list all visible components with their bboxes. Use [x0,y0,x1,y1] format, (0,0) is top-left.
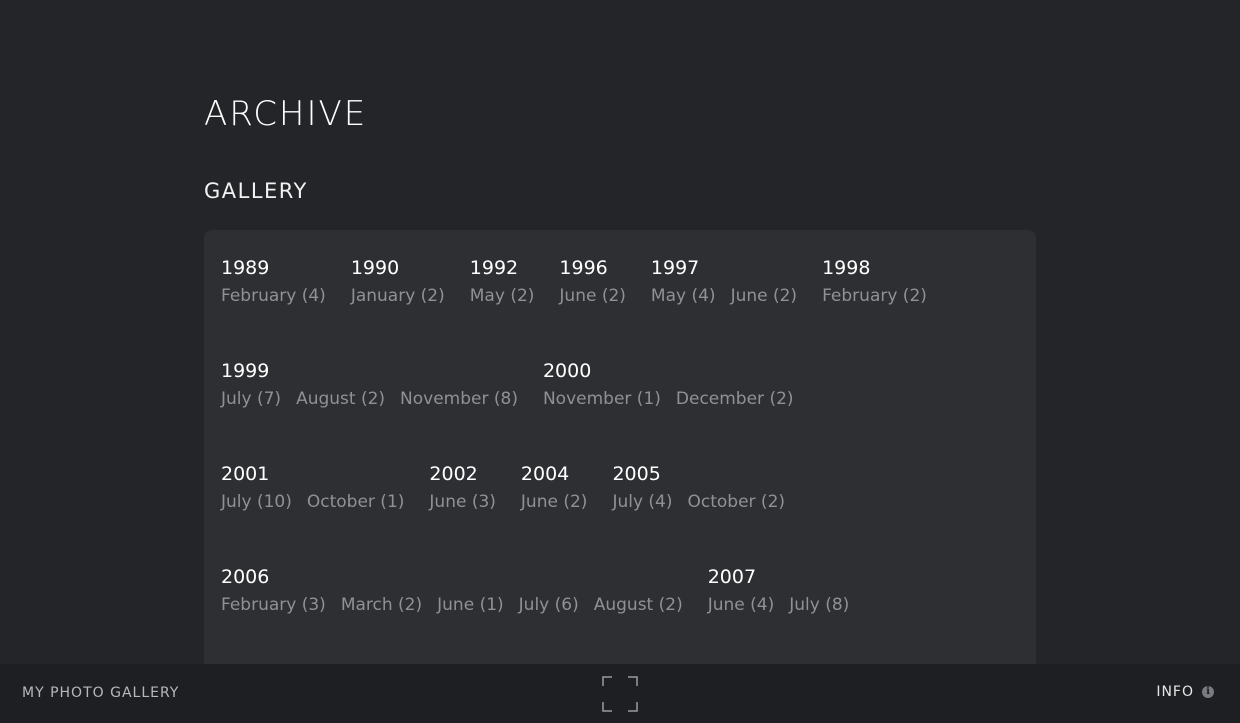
month-link[interactable]: May (4) [651,286,716,306]
year-group: 1996 June (2) [559,255,626,358]
year-row: 1999 July (7) August (2) November (8) 2000 No… [204,358,1036,461]
footer-bar: MY PHOTO GALLERY INFO i [0,664,1240,723]
year-group: 2005 July (4) October (2) [612,461,785,564]
section-title-gallery: GALLERY [204,179,308,203]
month-link[interactable]: February (2) [822,286,927,306]
year-group: 2001 July (10) October (1) [221,461,404,564]
year-group: 2004 June (2) [521,461,588,564]
month-link[interactable]: June (2) [731,286,798,306]
info-button[interactable]: INFO i [1156,684,1214,700]
year-group: 1990 January (2) [351,255,445,358]
year-group: 2000 November (1) December (2) [543,358,794,461]
month-list: November (1) December (2) [543,389,794,409]
year-group: 1997 May (4) June (2) [651,255,797,358]
month-link[interactable]: December (2) [676,389,794,409]
year-label: 1989 [221,257,270,279]
page-title: ARCHIVE [204,94,368,134]
month-link[interactable]: October (2) [688,492,786,512]
month-link[interactable]: July (10) [221,492,292,512]
month-list: June (4) July (8) [708,595,850,615]
month-link[interactable]: July (7) [221,389,281,409]
year-label: 1999 [221,360,270,382]
year-label: 2004 [520,463,570,485]
month-link[interactable]: January (2) [351,286,445,306]
month-list: February (2) [822,286,927,306]
month-list: July (10) October (1) [221,492,404,512]
year-group: 1989 February (4) [221,255,326,358]
month-link[interactable]: July (4) [612,492,672,512]
month-link[interactable]: July (8) [789,595,849,615]
year-label: 1990 [350,257,400,279]
month-link[interactable]: June (2) [521,492,588,512]
month-list: June (2) [559,286,626,306]
year-label: 1997 [650,257,700,279]
month-link[interactable]: August (2) [594,595,683,615]
year-group: 1998 February (2) [822,255,927,358]
year-group: 1992 May (2) [470,255,535,358]
year-group: 2002 June (3) [429,461,496,564]
year-group: 2007 June (4) July (8) [708,564,850,667]
month-list: May (2) [470,286,535,306]
year-group: 2006 February (3) March (2) June (1) July (6… [221,564,683,667]
year-label: 2002 [429,463,478,485]
month-link[interactable]: June (2) [559,286,626,306]
year-label: 1998 [822,257,871,279]
month-list: February (3) March (2) June (1) July (6) Aug… [221,595,683,615]
year-row: 2001 July (10) October (1) 2002 June (3) 2004… [204,461,1036,564]
month-link[interactable]: July (6) [519,595,579,615]
archive-panel: 1989 February (4) 1990 January (2) 1992 May (… [204,230,1036,700]
month-link[interactable]: June (1) [437,595,504,615]
month-link[interactable]: February (3) [221,595,326,615]
month-list: June (3) [429,492,496,512]
month-link[interactable]: May (2) [470,286,535,306]
year-label: 2005 [612,463,661,485]
month-list: June (2) [521,492,588,512]
month-link[interactable]: March (2) [341,595,422,615]
year-label: 2000 [542,360,592,382]
month-list: February (4) [221,286,326,306]
month-link[interactable]: November (8) [400,389,518,409]
year-label: 2006 [221,566,270,588]
month-link[interactable]: November (1) [543,389,661,409]
year-group: 1999 July (7) August (2) November (8) [221,358,518,461]
fullscreen-icon [602,676,638,712]
year-label: 1996 [559,257,608,279]
month-link[interactable]: June (4) [708,595,775,615]
year-label: 2001 [221,463,270,485]
month-list: May (4) June (2) [651,286,797,306]
year-label: 1992 [469,257,519,279]
month-list: January (2) [351,286,445,306]
month-link[interactable]: June (3) [429,492,496,512]
year-row: 2006 February (3) March (2) June (1) July (6… [204,564,1036,667]
year-label: 2007 [707,566,757,588]
month-list: July (4) October (2) [612,492,785,512]
fullscreen-button[interactable] [602,676,638,712]
month-link[interactable]: February (4) [221,286,326,306]
site-name-link[interactable]: MY PHOTO GALLERY [22,685,179,701]
info-label: INFO [1156,684,1194,700]
month-link[interactable]: August (2) [296,389,385,409]
archive-page: ARCHIVE GALLERY 1989 February (4) 1990 Janu… [0,0,1240,723]
month-link[interactable]: October (1) [307,492,405,512]
info-icon: i [1202,686,1214,698]
month-list: July (7) August (2) November (8) [221,389,518,409]
year-row: 1989 February (4) 1990 January (2) 1992 May (… [204,255,1036,358]
